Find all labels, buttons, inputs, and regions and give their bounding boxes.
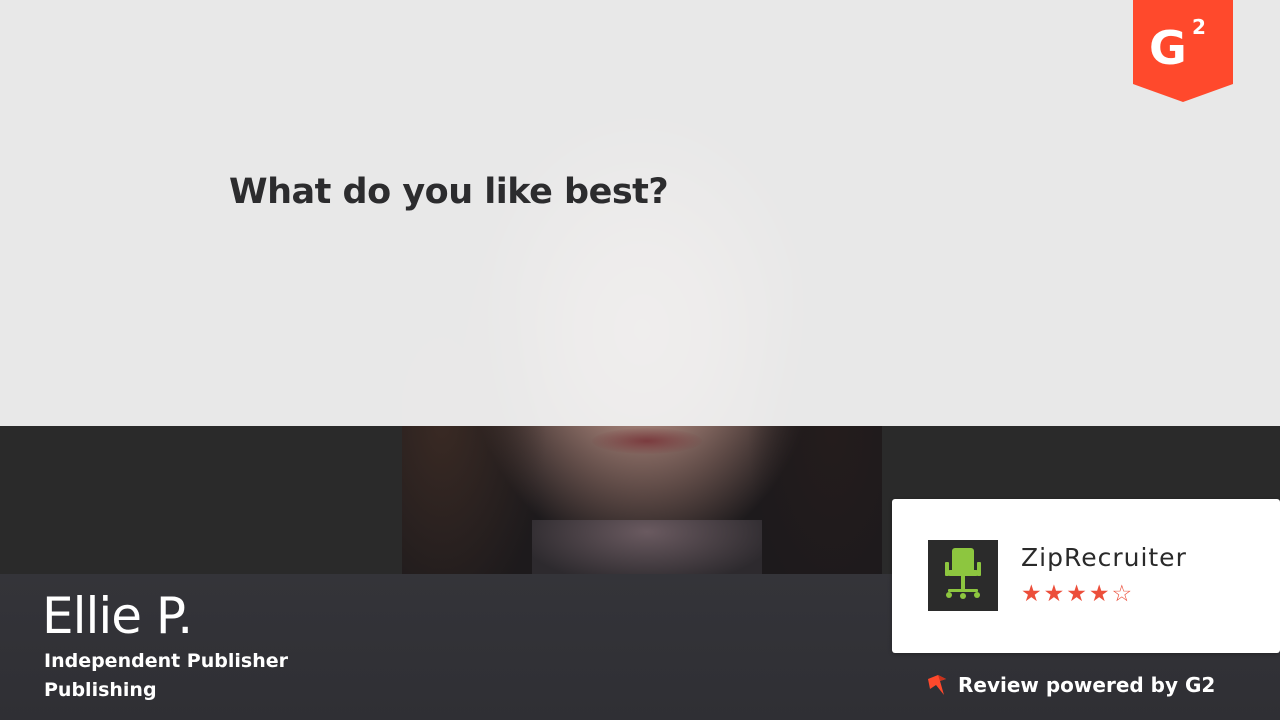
g2-badge-superscript: 2 <box>1192 15 1206 39</box>
star-filled-icon: ★ <box>1066 581 1087 607</box>
video-player: What do you like best? G 2 Ellie P. Inde… <box>0 0 1280 720</box>
video-neck-shading <box>532 520 762 574</box>
powered-by-g2[interactable]: Review powered by G2 <box>926 673 1215 697</box>
video-face-detail <box>592 428 702 454</box>
product-card[interactable]: ZipRecruiter ★ ★ ★ ★ ☆ <box>892 499 1280 653</box>
reviewer-name: Ellie P. <box>42 587 193 645</box>
star-filled-icon: ★ <box>1021 581 1042 607</box>
g2-badge-letter: G <box>1149 21 1187 75</box>
reviewer-industry: Publishing <box>44 679 157 701</box>
office-chair-icon <box>928 540 998 611</box>
reviewer-title: Independent Publisher <box>44 650 288 672</box>
product-name: ZipRecruiter <box>1021 543 1187 572</box>
star-empty-icon: ☆ <box>1111 581 1133 607</box>
star-filled-icon: ★ <box>1088 581 1110 607</box>
question-overlay <box>0 0 1280 426</box>
g2-badge-icon: G 2 <box>1133 0 1233 102</box>
star-rating: ★ ★ ★ ★ ☆ <box>1021 581 1132 607</box>
powered-by-text: Review powered by G2 <box>958 673 1216 697</box>
star-filled-icon: ★ <box>1043 581 1065 607</box>
g2-mark-icon <box>928 675 946 695</box>
review-question: What do you like best? <box>229 172 669 212</box>
